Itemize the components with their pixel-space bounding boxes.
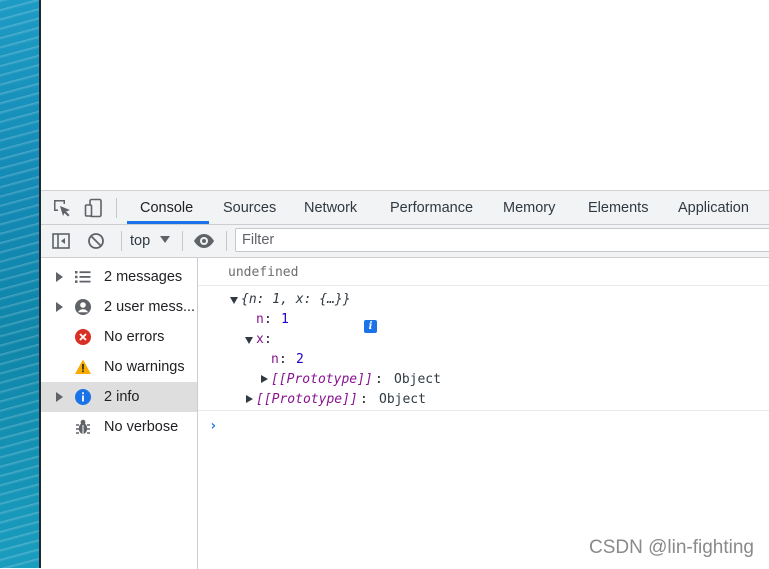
web-page-area — [41, 0, 769, 190]
tab-elements[interactable]: Elements — [588, 191, 648, 224]
clear-console-icon[interactable] — [86, 231, 106, 251]
console-toolbar: top — [41, 225, 769, 258]
expand-arrow-icon[interactable] — [246, 395, 253, 403]
desktop-background — [0, 0, 39, 568]
nested-property-value-n: 2 — [296, 352, 304, 367]
sidebar-item-label: 2 user mess... — [104, 299, 196, 315]
device-toolbar-icon[interactable] — [83, 197, 105, 219]
tab-performance[interactable]: Performance — [390, 191, 473, 224]
watermark: CSDN @lin-fighting — [588, 537, 754, 558]
live-expression-eye-icon[interactable] — [193, 231, 215, 251]
toolbar-separator — [121, 231, 122, 251]
undefined-result: undefined — [228, 265, 299, 280]
sidebar-item-label: No errors — [104, 329, 165, 345]
nested-prototype-key[interactable]: [[Prototype]] — [271, 372, 373, 387]
tab-sources[interactable]: Sources — [223, 191, 276, 224]
property-key-x[interactable]: x — [256, 332, 264, 347]
inspect-element-icon[interactable] — [51, 197, 73, 219]
filter-input[interactable] — [235, 228, 769, 252]
info-icon — [75, 389, 91, 405]
prototype-key[interactable]: [[Prototype]] — [256, 392, 358, 407]
console-prompt-chevron-icon[interactable]: › — [209, 418, 217, 434]
toolbar-separator — [116, 198, 117, 218]
sidebar-item-info[interactable]: 2 info — [41, 382, 197, 412]
show-sidebar-icon[interactable] — [51, 231, 71, 251]
nested-prototype-value: Object — [394, 372, 441, 387]
list-icon — [75, 271, 91, 283]
sidebar-item-verbose[interactable]: No verbose — [41, 412, 197, 442]
colon: : — [279, 352, 287, 367]
colon: : — [375, 372, 383, 387]
sidebar-item-label: 2 info — [104, 389, 140, 405]
collapse-arrow-icon[interactable] — [230, 297, 238, 304]
context-selector[interactable]: top — [130, 225, 150, 257]
object-preview[interactable]: {n: 1, x: {…}} — [241, 292, 351, 307]
toolbar-separator — [226, 231, 227, 251]
property-key-n: n — [256, 312, 264, 327]
sidebar-item-label: 2 messages — [104, 269, 183, 285]
active-tab-indicator — [127, 221, 209, 224]
colon: : — [264, 332, 272, 347]
warning-icon — [75, 359, 91, 374]
sidebar-item-warnings[interactable]: No warnings — [41, 352, 197, 382]
sidebar-item-messages[interactable]: 2 messages — [41, 262, 197, 292]
console-sidebar: 2 messages 2 user mess... No errors No w… — [41, 258, 198, 569]
colon: : — [360, 392, 368, 407]
console-output: undefined {n: 1, x: {…}} i n : 1 x : n :… — [198, 258, 769, 569]
property-value-n: 1 — [281, 312, 289, 327]
chevron-down-icon[interactable] — [160, 236, 170, 243]
error-icon — [75, 329, 91, 345]
nested-property-key-n: n — [271, 352, 279, 367]
bug-icon — [76, 419, 90, 434]
expand-arrow-icon[interactable] — [56, 302, 63, 312]
expand-arrow-icon[interactable] — [56, 272, 63, 282]
info-badge-icon[interactable]: i — [364, 320, 377, 333]
expand-arrow-icon[interactable] — [56, 392, 63, 402]
devtools-tabbar: Console Sources Network Performance Memo… — [41, 191, 769, 225]
user-icon — [75, 299, 91, 315]
console-message-undefined: undefined — [198, 258, 769, 286]
console-message-object[interactable]: {n: 1, x: {…}} i n : 1 x : n : 2 [[Proto… — [198, 286, 769, 411]
collapse-arrow-icon[interactable] — [245, 337, 253, 344]
expand-arrow-icon[interactable] — [261, 375, 268, 383]
toolbar-separator — [182, 231, 183, 251]
prototype-value: Object — [379, 392, 426, 407]
sidebar-item-user-messages[interactable]: 2 user mess... — [41, 292, 197, 322]
tab-application[interactable]: Application — [678, 191, 749, 224]
sidebar-item-label: No verbose — [104, 419, 179, 435]
sidebar-item-errors[interactable]: No errors — [41, 322, 197, 352]
tab-memory[interactable]: Memory — [503, 191, 555, 224]
tab-console[interactable]: Console — [140, 191, 193, 224]
colon: : — [264, 312, 272, 327]
tab-network[interactable]: Network — [304, 191, 357, 224]
sidebar-item-label: No warnings — [104, 359, 185, 375]
devtools-panel: Console Sources Network Performance Memo… — [41, 190, 769, 569]
